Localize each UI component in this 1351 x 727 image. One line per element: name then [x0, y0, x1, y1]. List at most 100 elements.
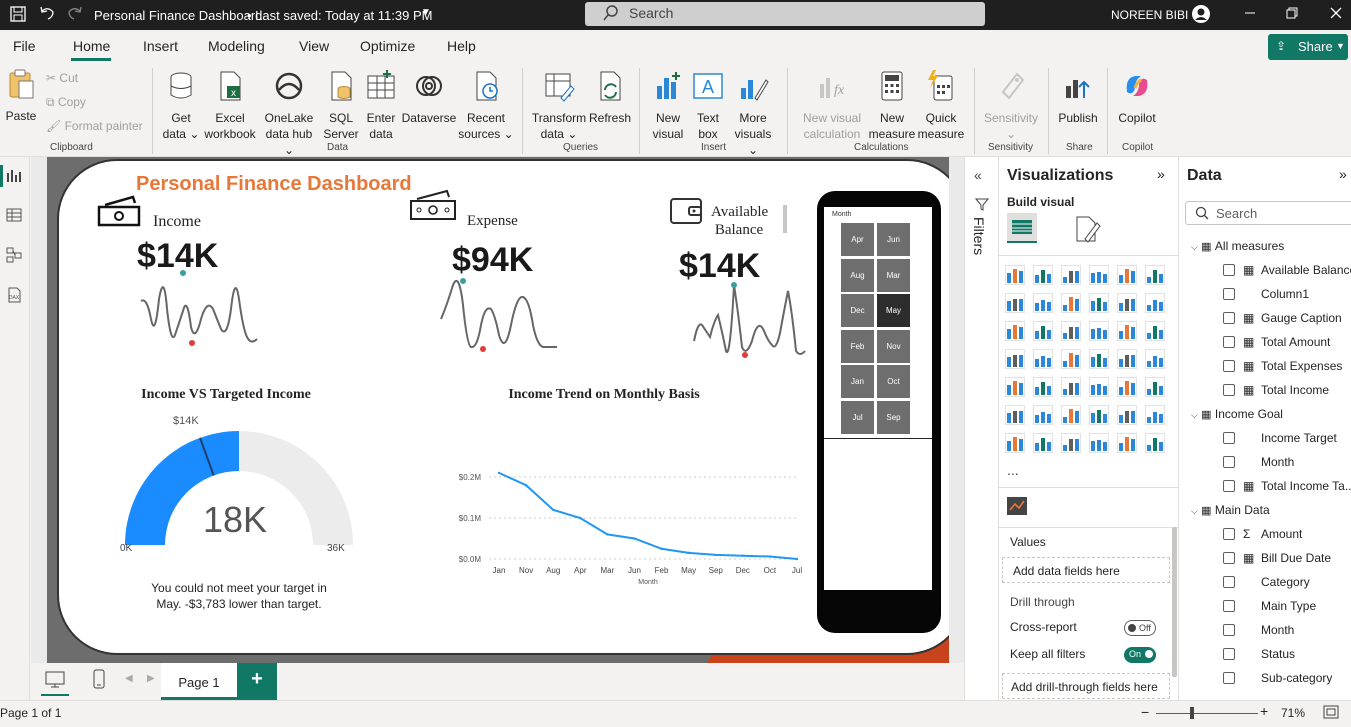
slicer-icon[interactable]: [1061, 377, 1081, 397]
field-available-balance[interactable]: ▦ Available Balance: [1243, 263, 1351, 277]
table-main-data[interactable]: ⌵ ▦ Main Data: [1191, 503, 1270, 517]
excel-workbook-button[interactable]: x Excel workbook: [203, 70, 257, 142]
chevron-down-icon[interactable]: ▼: [421, 7, 431, 18]
multi-row-card-icon[interactable]: [1005, 377, 1025, 397]
new-slicer-icon[interactable]: [1117, 433, 1137, 453]
recent-sources-button[interactable]: Recent sources ⌄: [458, 70, 514, 142]
pie-icon[interactable]: [1117, 321, 1137, 341]
format-painter-button[interactable]: 🖌 Format painter: [46, 119, 143, 133]
data-point[interactable]: [551, 508, 555, 511]
sensitivity-button[interactable]: Sensitivity ⌄: [980, 70, 1042, 142]
qa-icon[interactable]: [1089, 405, 1109, 425]
field-checkbox[interactable]: [1223, 432, 1235, 444]
slicer-item-jul[interactable]: Jul: [841, 400, 874, 434]
gauge-icon[interactable]: [1117, 349, 1137, 369]
field-month[interactable]: Month: [1243, 455, 1294, 469]
data-point[interactable]: [714, 553, 717, 557]
cross-report-toggle[interactable]: Off: [1124, 620, 1156, 636]
decomposition-tree-icon[interactable]: [1061, 405, 1081, 425]
menu-optimize[interactable]: Optimize: [360, 38, 415, 54]
100-column-icon[interactable]: [1145, 265, 1165, 285]
power-apps-icon[interactable]: [1033, 433, 1053, 453]
treemap-icon[interactable]: [1005, 349, 1025, 369]
matrix-icon[interactable]: [1117, 377, 1137, 397]
field-amount[interactable]: Σ Amount: [1243, 527, 1302, 541]
new-visual-calculation-button[interactable]: fx New visual calculation: [799, 70, 865, 142]
clustered-column-icon[interactable]: [1089, 265, 1109, 285]
data-point[interactable]: [795, 557, 799, 561]
field-checkbox[interactable]: [1223, 312, 1235, 324]
data-point[interactable]: [768, 555, 772, 558]
data-point[interactable]: [606, 533, 609, 536]
slicer-item-apr[interactable]: Apr: [841, 223, 874, 256]
ribbon-icon[interactable]: [1005, 321, 1025, 341]
redo-icon[interactable]: [66, 5, 84, 24]
stacked-bar-icon[interactable]: [1005, 265, 1025, 285]
field-month[interactable]: Month: [1243, 623, 1294, 637]
close-icon[interactable]: [1330, 6, 1342, 22]
card-icon[interactable]: [1145, 349, 1165, 369]
power-automate-icon[interactable]: [1061, 433, 1081, 453]
field-checkbox[interactable]: [1223, 264, 1235, 276]
mobile-layout-icon[interactable]: [93, 669, 105, 692]
data-search-input[interactable]: Search: [1185, 201, 1351, 225]
slicer-item-mar[interactable]: Mar: [877, 258, 910, 292]
field-checkbox[interactable]: [1223, 336, 1235, 348]
menu-modeling[interactable]: Modeling: [208, 38, 265, 54]
data-point[interactable]: [741, 554, 745, 557]
field-total-income-ta-[interactable]: ▦ Total Income Ta...: [1243, 479, 1351, 493]
stacked-area-icon[interactable]: [1061, 293, 1081, 313]
field-main-type[interactable]: Main Type: [1243, 599, 1316, 613]
field-checkbox[interactable]: [1223, 648, 1235, 660]
narrative-icon[interactable]: [1145, 433, 1165, 453]
stacked-column-icon[interactable]: [1033, 265, 1053, 285]
field-gauge-caption[interactable]: ▦ Gauge Caption: [1243, 311, 1342, 325]
r-visual-icon[interactable]: [1145, 377, 1165, 397]
collapse-left-icon[interactable]: «: [974, 167, 982, 183]
slicer-item-nov[interactable]: Nov: [877, 329, 910, 363]
quick-measure-button[interactable]: Quick measure: [917, 70, 965, 142]
refresh-button[interactable]: Refresh: [589, 70, 631, 126]
model-view-icon[interactable]: [6, 247, 22, 266]
save-icon[interactable]: [10, 6, 26, 25]
zoom-slider[interactable]: [1156, 713, 1258, 714]
key-influencers-icon[interactable]: [1033, 405, 1053, 425]
field-income-target[interactable]: Income Target: [1243, 431, 1337, 445]
slicer-item-dec[interactable]: Dec: [841, 294, 874, 327]
table-income-goal[interactable]: ⌵ ▦ Income Goal: [1191, 407, 1283, 421]
filled-map-icon[interactable]: [1061, 349, 1081, 369]
new-visual-button[interactable]: New visual: [648, 70, 688, 142]
zoom-slider-thumb[interactable]: [1190, 707, 1195, 719]
field-checkbox[interactable]: [1223, 456, 1235, 468]
build-visual-tab[interactable]: [1007, 213, 1037, 243]
series-line[interactable]: [498, 471, 798, 560]
azure-map-icon[interactable]: [1089, 349, 1109, 369]
text-box-button[interactable]: A Text box: [690, 70, 726, 142]
menu-file[interactable]: File: [13, 38, 36, 54]
slicer-item-jan[interactable]: Jan: [841, 365, 874, 398]
report-view-icon[interactable]: [6, 167, 22, 186]
waterfall-icon[interactable]: [1033, 321, 1053, 341]
menu-home[interactable]: Home: [73, 38, 110, 54]
field-category[interactable]: Category: [1243, 575, 1310, 589]
data-point[interactable]: [579, 516, 582, 520]
keep-filters-toggle[interactable]: On: [1124, 647, 1156, 663]
donut-icon[interactable]: [1145, 321, 1165, 341]
field-checkbox[interactable]: [1223, 624, 1235, 636]
transform-data-button[interactable]: Transform data ⌄: [529, 70, 589, 142]
slicer-item-may[interactable]: May: [877, 294, 910, 327]
share-button[interactable]: ⇪ Share ▼: [1268, 34, 1348, 60]
field-checkbox[interactable]: [1223, 528, 1235, 540]
prev-page-icon[interactable]: ◀: [125, 673, 133, 684]
slicer-item-feb[interactable]: Feb: [841, 329, 874, 363]
100-area-icon[interactable]: [1089, 293, 1109, 313]
table-icon[interactable]: [1089, 377, 1109, 397]
slicer-item-sep[interactable]: Sep: [877, 400, 910, 434]
field-sub-category[interactable]: Sub-category: [1243, 671, 1332, 685]
expand-icon[interactable]: »: [1157, 166, 1165, 182]
table-all-measures[interactable]: ⌵ ▦ All measures: [1191, 239, 1284, 253]
field-checkbox[interactable]: [1223, 552, 1235, 564]
publish-button[interactable]: Publish: [1056, 70, 1100, 126]
area-icon[interactable]: [1033, 293, 1053, 313]
copilot-button[interactable]: Copilot: [1114, 70, 1160, 126]
